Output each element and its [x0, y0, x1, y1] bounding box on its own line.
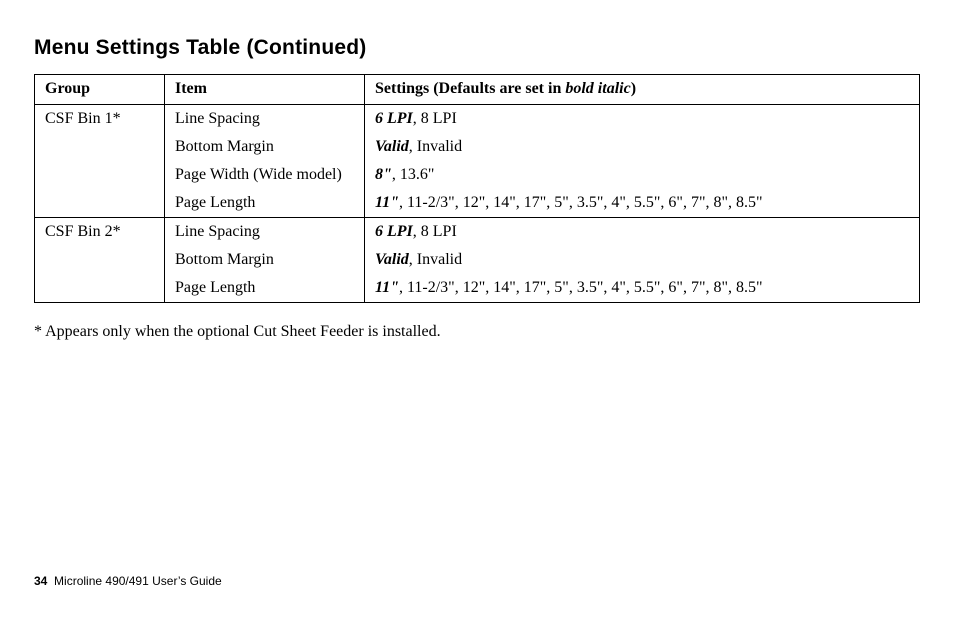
group-cell: CSF Bin 2*: [35, 218, 165, 303]
other-values: , 8 LPI: [413, 223, 457, 240]
table-row: Page Length11", 11-2/3", 12", 14", 17", …: [35, 274, 920, 303]
th-item: Item: [165, 75, 365, 105]
th-settings: Settings (Defaults are set in bold itali…: [365, 75, 920, 105]
other-values: , Invalid: [409, 138, 462, 155]
group-cell: CSF Bin 1*: [35, 105, 165, 218]
table-row: Page Width (Wide model)8", 13.6": [35, 161, 920, 189]
table-row: CSF Bin 1*Line Spacing6 LPI, 8 LPI: [35, 105, 920, 134]
default-value: Valid: [375, 138, 409, 155]
book-title-text: Microline 490/491 User’s Guide: [54, 574, 222, 588]
item-cell: Bottom Margin: [165, 133, 365, 161]
settings-table: Group Item Settings (Defaults are set in…: [34, 74, 920, 303]
default-value: Valid: [375, 251, 409, 268]
table-row: Page Length11", 11-2/3", 12", 14", 17", …: [35, 189, 920, 218]
other-values: , Invalid: [409, 251, 462, 268]
th-group: Group: [35, 75, 165, 105]
settings-cell: 6 LPI, 8 LPI: [365, 105, 920, 134]
default-value: 8": [375, 166, 392, 183]
item-cell: Page Length: [165, 274, 365, 303]
item-cell: Bottom Margin: [165, 246, 365, 274]
th-settings-bolditalic: bold italic: [565, 80, 630, 97]
other-values: , 8 LPI: [413, 110, 457, 127]
footnote: * Appears only when the optional Cut She…: [34, 323, 920, 341]
item-cell: Line Spacing: [165, 218, 365, 247]
table-header-row: Group Item Settings (Defaults are set in…: [35, 75, 920, 105]
page-footer: 34 Microline 490/491 User’s Guide: [34, 574, 222, 588]
other-values: , 11-2/3", 12", 14", 17", 5", 3.5", 4", …: [399, 194, 763, 211]
settings-cell: 11", 11-2/3", 12", 14", 17", 5", 3.5", 4…: [365, 274, 920, 303]
item-cell: Line Spacing: [165, 105, 365, 134]
default-value: 6 LPI: [375, 223, 413, 240]
settings-cell: 11", 11-2/3", 12", 14", 17", 5", 3.5", 4…: [365, 189, 920, 218]
settings-cell: Valid, Invalid: [365, 133, 920, 161]
settings-cell: 8", 13.6": [365, 161, 920, 189]
page-title: Menu Settings Table (Continued): [34, 36, 920, 60]
default-value: 6 LPI: [375, 110, 413, 127]
settings-cell: Valid, Invalid: [365, 246, 920, 274]
th-settings-suffix: ): [631, 80, 636, 97]
default-value: 11": [375, 194, 399, 211]
item-cell: Page Width (Wide model): [165, 161, 365, 189]
other-values: , 11-2/3", 12", 14", 17", 5", 3.5", 4", …: [399, 279, 763, 296]
other-values: , 13.6": [392, 166, 435, 183]
table-row: CSF Bin 2*Line Spacing6 LPI, 8 LPI: [35, 218, 920, 247]
table-row: Bottom MarginValid, Invalid: [35, 133, 920, 161]
default-value: 11": [375, 279, 399, 296]
th-settings-prefix: Settings (Defaults are set in: [375, 80, 565, 97]
table-row: Bottom MarginValid, Invalid: [35, 246, 920, 274]
settings-cell: 6 LPI, 8 LPI: [365, 218, 920, 247]
page-number: 34: [34, 574, 47, 588]
page: Menu Settings Table (Continued) Group It…: [0, 0, 954, 618]
item-cell: Page Length: [165, 189, 365, 218]
